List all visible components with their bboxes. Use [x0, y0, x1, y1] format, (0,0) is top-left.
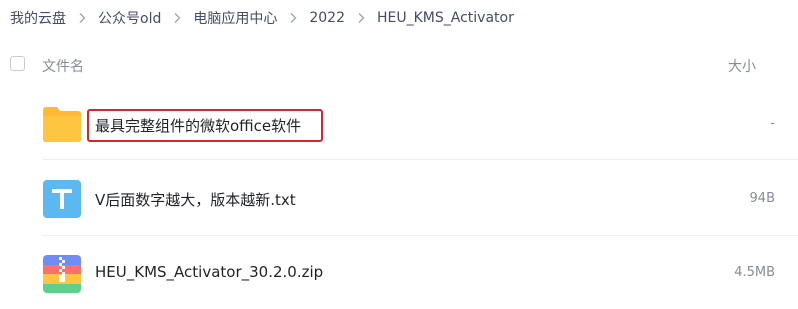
- column-header-name[interactable]: 文件名: [42, 56, 84, 76]
- chevron-right-icon: [76, 12, 88, 24]
- highlight-annotation-box: [87, 109, 323, 142]
- zip-file-icon: [42, 254, 82, 294]
- txt-file-icon: [42, 179, 82, 219]
- breadcrumb-item-2022[interactable]: 2022: [309, 10, 345, 26]
- file-size: 94B: [749, 191, 775, 206]
- file-name[interactable]: HEU_KMS_Activator_30.2.0.zip: [95, 263, 323, 281]
- chevron-right-icon: [355, 12, 367, 24]
- breadcrumb: 我的云盘 公众号old 电脑应用中心 2022 HEU_KMS_Activato…: [10, 0, 514, 36]
- breadcrumb-item-current-folder: HEU_KMS_Activator: [376, 10, 514, 26]
- select-all-checkbox[interactable]: [10, 56, 25, 71]
- chevron-right-icon: [171, 12, 183, 24]
- list-item[interactable]: HEU_KMS_Activator_30.2.0.zip 4.5MB: [0, 237, 798, 309]
- breadcrumb-item-apps-center[interactable]: 电脑应用中心: [193, 8, 277, 28]
- breadcrumb-item-gongzhonghao[interactable]: 公众号old: [98, 8, 161, 28]
- list-item[interactable]: V后面数字越大，版本越新.txt 94B: [0, 163, 798, 235]
- divider: [42, 159, 798, 160]
- file-size: 4.5MB: [734, 265, 775, 280]
- folder-icon: [42, 104, 82, 144]
- chevron-right-icon: [287, 12, 299, 24]
- column-header-size[interactable]: 大小: [728, 56, 756, 76]
- divider: [42, 235, 798, 236]
- file-name[interactable]: V后面数字越大，版本越新.txt: [95, 189, 296, 210]
- breadcrumb-item-my-drive[interactable]: 我的云盘: [10, 8, 66, 28]
- file-size: -: [770, 116, 775, 131]
